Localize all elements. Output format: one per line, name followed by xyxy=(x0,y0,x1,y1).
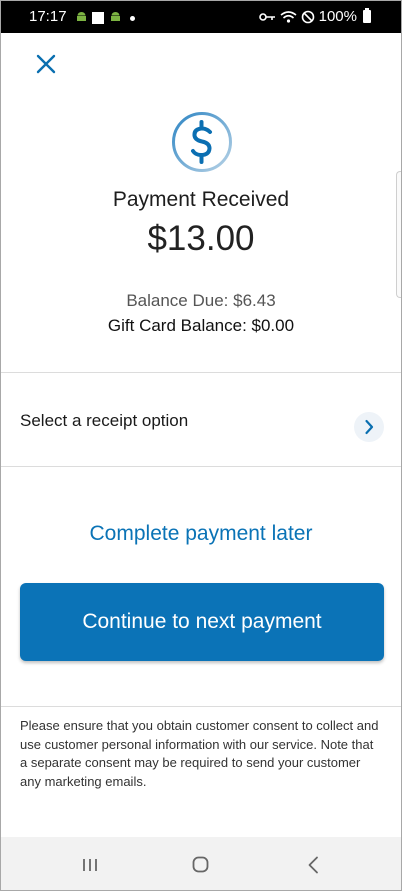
gift-card-balance: Gift Card Balance: $0.00 xyxy=(107,316,295,335)
close-icon xyxy=(36,54,56,74)
android-notification-icon xyxy=(77,12,86,21)
receipt-chevron-button[interactable] xyxy=(354,412,384,442)
payment-amount: $13.00 xyxy=(147,219,255,258)
battery-icon xyxy=(363,8,371,23)
divider xyxy=(1,706,401,707)
home-icon[interactable] xyxy=(192,856,209,873)
status-time: 17:17 xyxy=(29,8,67,25)
continue-to-next-payment-button[interactable]: Continue to next payment xyxy=(20,583,384,661)
battery-percent: 100% xyxy=(318,8,357,25)
edge-panel-handle[interactable] xyxy=(396,171,401,298)
chevron-right-icon xyxy=(365,419,374,435)
recent-apps-icon[interactable] xyxy=(82,858,98,872)
system-navigation-bar xyxy=(1,837,401,890)
android-notification-icon xyxy=(111,12,120,21)
receipt-option-label: Select a receipt option xyxy=(20,411,189,430)
do-not-disturb-icon xyxy=(301,10,314,23)
balance-due: Balance Due: $6.43 xyxy=(126,291,276,310)
back-icon[interactable] xyxy=(307,856,319,874)
notification-square-icon xyxy=(92,12,104,24)
dollar-circle-icon xyxy=(172,112,232,172)
notification-dot-icon xyxy=(130,16,135,21)
wifi-icon xyxy=(280,10,297,23)
key-icon xyxy=(258,12,275,21)
status-bar: 17:17 100% xyxy=(1,1,401,33)
close-button[interactable] xyxy=(31,49,61,79)
complete-payment-later-link[interactable]: Complete payment later xyxy=(1,522,401,546)
divider xyxy=(1,466,401,467)
app-screen: 17:17 100% Payment Received $13.00 Balan… xyxy=(0,0,402,891)
receipt-option-row[interactable]: Select a receipt option xyxy=(1,373,401,466)
consent-notice: Please ensure that you obtain customer c… xyxy=(20,718,379,789)
payment-title: Payment Received xyxy=(112,188,290,211)
status-right: 100% xyxy=(258,8,371,25)
